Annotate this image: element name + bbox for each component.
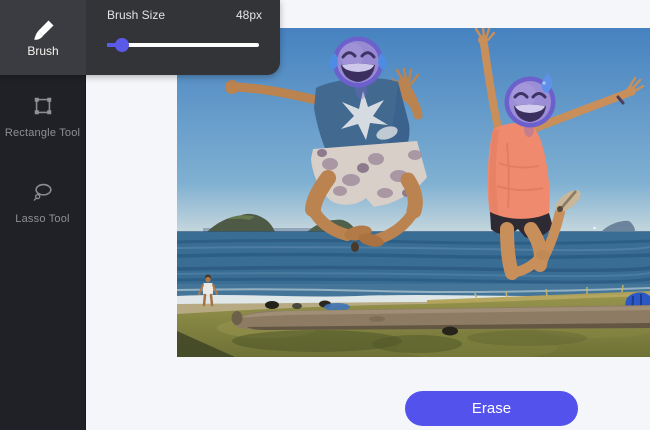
watermark-editor-app: Rectangle Tool Lasso Tool Br <box>0 0 650 430</box>
sidebar-item-label: Brush <box>27 44 58 58</box>
photo-canvas[interactable] <box>177 28 650 357</box>
rectangle-marquee-icon <box>32 95 54 117</box>
sidebar-item-label: Rectangle Tool <box>0 127 85 139</box>
erase-button[interactable]: Erase <box>405 391 578 426</box>
sea <box>177 232 650 302</box>
brush-size-slider-track[interactable] <box>107 43 259 47</box>
brush-options-panel: Brush Brush Size 48px <box>0 0 280 75</box>
sidebar-item-label: Lasso Tool <box>0 213 85 225</box>
brush-size-label: Brush Size <box>107 8 165 22</box>
sidebar-item-lasso-tool[interactable]: Lasso Tool <box>0 181 85 225</box>
brush-size-slider[interactable] <box>107 38 259 52</box>
sidebar-item-rectangle-tool[interactable]: Rectangle Tool <box>0 95 85 139</box>
brush-size-value: 48px <box>236 8 262 22</box>
paintbrush-icon <box>32 18 54 40</box>
sidebar-item-brush[interactable]: Brush <box>0 0 86 75</box>
tool-sidebar: Rectangle Tool Lasso Tool <box>0 75 86 430</box>
lasso-icon <box>32 181 54 203</box>
brush-size-slider-thumb[interactable] <box>115 38 129 52</box>
